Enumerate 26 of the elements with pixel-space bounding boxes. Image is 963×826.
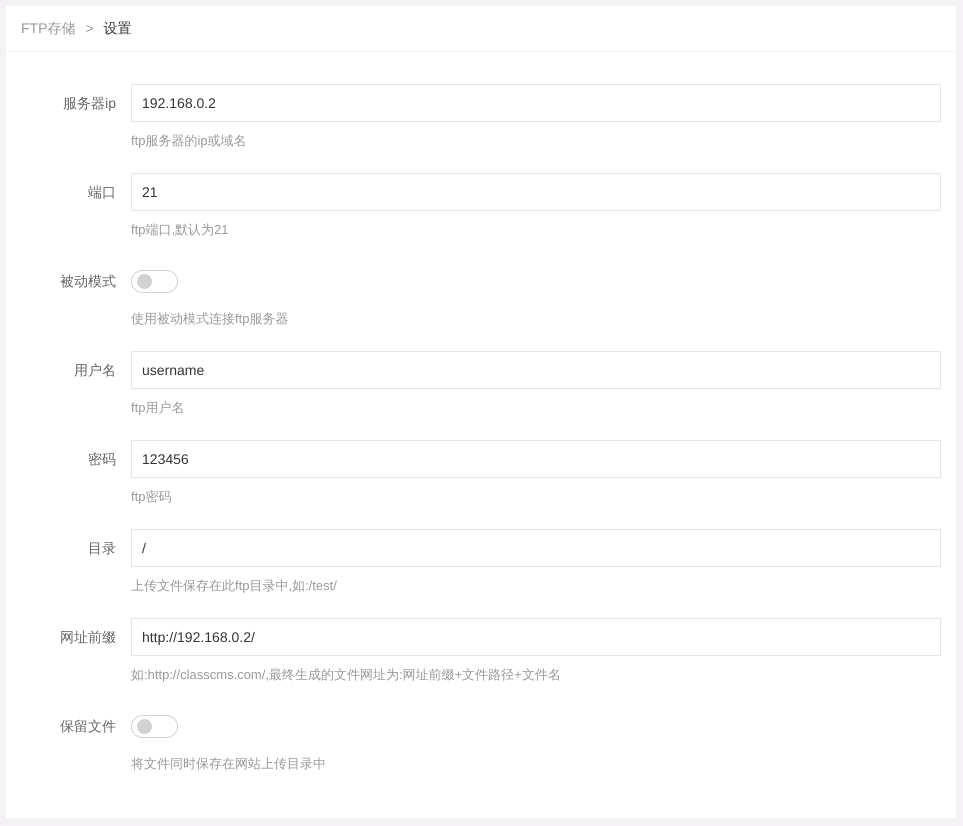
field-label: 目录	[88, 538, 116, 558]
field-hint: ftp服务器的ip或域名	[131, 132, 247, 150]
field-label: 保留文件	[60, 716, 116, 736]
breadcrumb-current: 设置	[104, 19, 132, 38]
field-label: 端口	[88, 182, 116, 202]
field-hint: 上传文件保存在此ftp目录中,如:/test/	[131, 577, 337, 596]
field-label: 网址前缀	[60, 628, 116, 646]
field-hint: 使用被动模式连接ftp服务器	[131, 310, 288, 328]
text-field[interactable]: /	[131, 529, 941, 567]
field-hint: ftp用户名	[131, 399, 184, 418]
field-label: 密码	[88, 450, 116, 468]
field-hint: 如:http://classcms.com/,最终生成的文件网址为:网址前缀+文件路径+文件名	[131, 666, 561, 684]
text-field[interactable]: 192.168.0.2	[131, 84, 941, 122]
text-field[interactable]: 21	[131, 173, 941, 211]
text-field[interactable]: 123456	[131, 440, 941, 478]
breadcrumb-separator: >	[85, 19, 94, 38]
field-label: 用户名	[74, 360, 116, 380]
field-label: 被动模式	[60, 272, 116, 290]
field-hint: ftp密码	[131, 488, 172, 506]
field-hint: ftp端口,默认为21	[131, 221, 229, 240]
text-field[interactable]: http://192.168.0.2/	[131, 618, 941, 656]
toggle-switch[interactable]	[131, 270, 178, 292]
field-label: 服务器ip	[63, 94, 116, 113]
toggle-switch[interactable]	[131, 714, 178, 738]
text-field[interactable]: username	[131, 351, 941, 389]
field-hint: 将文件同时保存在网站上传目录中	[131, 755, 326, 774]
